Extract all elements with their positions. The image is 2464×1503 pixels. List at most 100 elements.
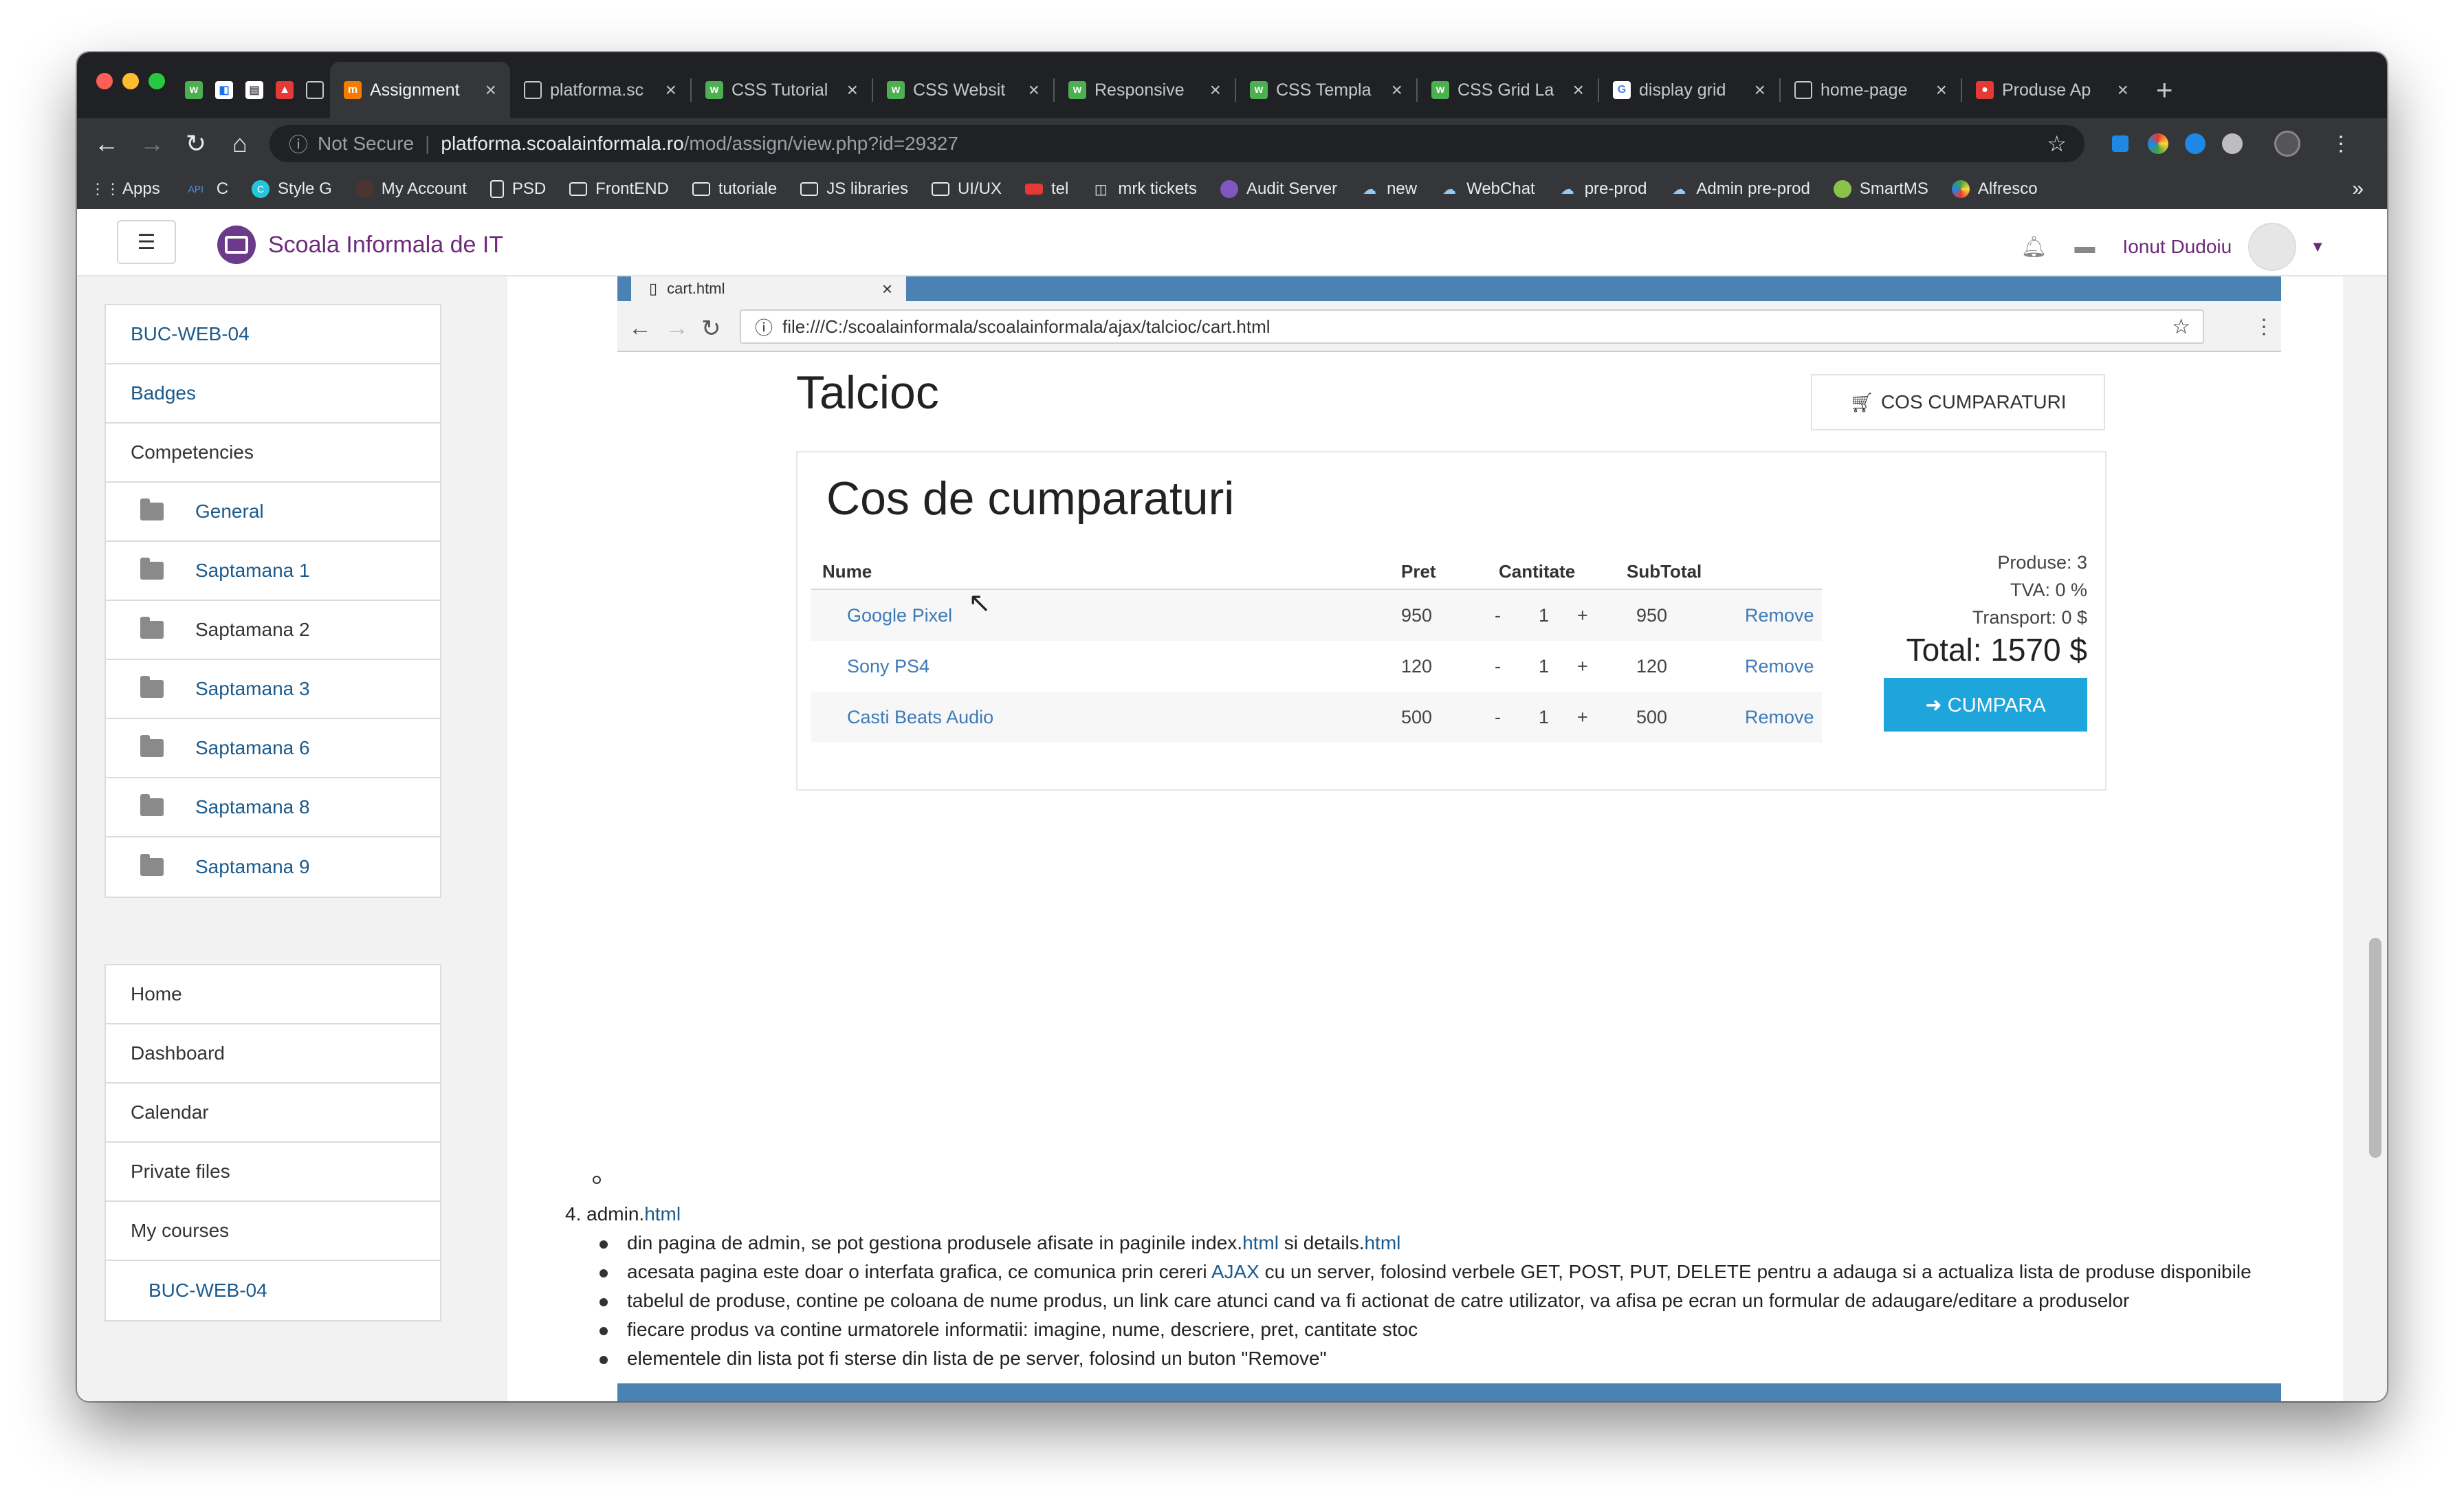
sidebar-item-label: BUC-WEB-04 — [148, 1280, 267, 1301]
bookmark-smartms[interactable]: SmartMS — [1833, 179, 1928, 199]
extension-gray-icon[interactable] — [2222, 133, 2243, 154]
tab-responsive[interactable]: w Responsive × — [1055, 62, 1235, 118]
close-tab-icon[interactable]: × — [1573, 79, 1584, 101]
sidebar-item-my-course[interactable]: BUC-WEB-04 — [106, 1261, 440, 1320]
profile-avatar[interactable] — [2274, 131, 2300, 157]
html-link[interactable]: html — [1242, 1232, 1279, 1253]
sidebar-item-saptamana-3[interactable]: Saptamana 3 — [106, 660, 440, 719]
sidebar-item-label: Saptamana 3 — [195, 678, 310, 699]
close-tab-icon[interactable]: × — [1754, 79, 1766, 101]
user-menu[interactable]: 🔔︎ ▬ Ionut Dudoiu ▼ — [2021, 223, 2325, 271]
close-window-button[interactable] — [96, 73, 113, 89]
tab-css-tutorial[interactable]: w CSS Tutorial × — [692, 62, 872, 118]
extension-icon[interactable] — [2112, 135, 2128, 152]
star-icon: ☆ — [2172, 315, 2190, 338]
sidebar-item-private-files[interactable]: Private files — [106, 1143, 440, 1202]
sidebar-item-saptamana-6[interactable]: Saptamana 6 — [106, 719, 440, 778]
bookmarks-overflow-button[interactable]: » — [2352, 177, 2364, 201]
reload-icon[interactable]: ↻ — [180, 128, 212, 160]
home-icon[interactable]: ⌂ — [224, 128, 256, 160]
pinned-tab-car[interactable]: ▲ — [270, 62, 300, 118]
item-title: admin. — [586, 1203, 645, 1225]
close-tab-icon[interactable]: × — [1028, 79, 1040, 101]
cart-button-label: COS CUMPARATURI — [1880, 391, 2067, 413]
pinned-tab-doc[interactable]: ▤ — [239, 62, 270, 118]
pinned-tab-w3schools[interactable]: w — [179, 62, 209, 118]
notifications-bell-icon[interactable]: 🔔︎ — [2021, 235, 2047, 259]
bookmark-my-account[interactable]: My Account — [355, 179, 467, 199]
sidebar-item-course[interactable]: BUC-WEB-04 — [106, 305, 440, 364]
sidebar-item-dashboard[interactable]: Dashboard — [106, 1024, 440, 1084]
tab-platforma[interactable]: platforma.sc × — [510, 62, 690, 118]
vat-value: TVA: 0 % — [2010, 580, 2087, 600]
back-arrow-icon[interactable]: ← — [91, 128, 122, 160]
bookmark-pre-prod[interactable]: ☁ pre-prod — [1559, 179, 1647, 199]
html-link[interactable]: html — [644, 1203, 681, 1225]
close-tab-icon[interactable]: × — [2118, 79, 2128, 101]
maximize-window-button[interactable] — [148, 73, 165, 89]
sidebar-item-calendar[interactable]: Calendar — [106, 1084, 440, 1143]
tab-assignment[interactable]: m Assignment × — [330, 62, 510, 118]
tab-display-grid[interactable]: G display grid × — [1599, 62, 1779, 118]
product-quantity: 1 — [1539, 605, 1550, 626]
bookmark-mrk-tickets[interactable]: ◫ mrk tickets — [1092, 179, 1197, 199]
bookmark-c[interactable]: API C — [184, 179, 228, 199]
html-link[interactable]: html — [1364, 1232, 1400, 1253]
bookmark-tutoriale[interactable]: tutoriale — [692, 179, 777, 199]
messages-icon[interactable]: ▬ — [2074, 235, 2095, 259]
decrease-button: - — [1495, 707, 1501, 727]
tab-produse[interactable]: ● Produse Ap × — [1962, 62, 2142, 118]
bookmark-psd[interactable]: PSD — [490, 179, 546, 199]
close-tab-icon[interactable]: × — [1392, 79, 1402, 101]
sidebar-item-my-courses[interactable]: My courses — [106, 1202, 440, 1261]
sidebar-item-badges[interactable]: Badges — [106, 364, 440, 424]
google-icon: G — [1613, 81, 1631, 99]
sidebar-item-competencies[interactable]: Competencies — [106, 424, 440, 483]
close-tab-icon[interactable]: × — [847, 79, 858, 101]
color-picker-extension-icon[interactable] — [2148, 133, 2168, 154]
sidebar-item-saptamana-2[interactable]: Saptamana 2 — [106, 601, 440, 660]
bookmark-new[interactable]: ☁ new — [1361, 179, 1417, 199]
tab-css-grid[interactable]: w CSS Grid La × — [1418, 62, 1598, 118]
tab-home-page[interactable]: home-page × — [1781, 62, 1961, 118]
sidebar-item-home[interactable]: Home — [106, 965, 440, 1024]
bookmarks-bar: ⋮⋮ Apps API C C Style G My Account PSD Fron… — [77, 169, 2387, 209]
sidebar-item-saptamana-1[interactable]: Saptamana 1 — [106, 542, 440, 601]
tab-css-templates[interactable]: w CSS Templa × — [1236, 62, 1416, 118]
close-tab-icon[interactable]: × — [1936, 79, 1947, 101]
bookmark-star-icon[interactable]: ☆ — [2047, 131, 2067, 157]
info-icon[interactable]: ⓘ — [289, 130, 308, 157]
close-tab-icon[interactable]: × — [1210, 79, 1221, 101]
scrollbar[interactable] — [2369, 938, 2382, 1158]
ajax-link[interactable]: AJAX — [1211, 1261, 1260, 1282]
tab-css-website[interactable]: w CSS Websit × — [873, 62, 1053, 118]
chevron-down-icon[interactable]: ▼ — [2310, 238, 2325, 256]
pinned-tab-app[interactable]: ◧ — [209, 62, 239, 118]
address-bar[interactable]: ⓘ Not Secure | platforma.scoalainformala… — [270, 125, 2084, 162]
sidebar-item-saptamana-9[interactable]: Saptamana 9 — [106, 837, 440, 897]
bookmark-alfresco[interactable]: Alfresco — [1951, 179, 2038, 199]
tab-title: Produse Ap — [2002, 80, 2091, 100]
close-tab-icon[interactable]: × — [485, 79, 496, 101]
close-tab-icon[interactable]: × — [666, 79, 676, 101]
pinned-tab-page[interactable] — [300, 62, 330, 118]
hamburger-menu-icon[interactable]: ☰ — [117, 220, 176, 264]
new-tab-button[interactable]: + — [2156, 74, 2173, 107]
sync-extension-icon[interactable] — [2185, 133, 2206, 154]
bookmark-apps[interactable]: ⋮⋮ Apps — [90, 179, 160, 199]
bookmark-audit-server[interactable]: Audit Server — [1220, 179, 1337, 199]
minimize-window-button[interactable] — [122, 73, 139, 89]
bookmark-webchat[interactable]: ☁ WebChat — [1440, 179, 1535, 199]
sidebar-item-saptamana-8[interactable]: Saptamana 8 — [106, 778, 440, 837]
bookmark-js-libraries[interactable]: JS libraries — [800, 179, 908, 199]
bookmark-tel[interactable]: tel — [1024, 179, 1068, 199]
forward-arrow-icon[interactable]: → — [136, 128, 168, 160]
menu-dots-icon[interactable]: ⋮ — [2325, 128, 2357, 160]
site-brand[interactable]: Scoala Informala de IT — [217, 226, 503, 264]
bookmark-frontend[interactable]: FrontEND — [569, 179, 669, 199]
bookmark-admin-pre-prod[interactable]: ☁ Admin pre-prod — [1670, 179, 1810, 199]
bookmark-uiux[interactable]: UI/UX — [931, 179, 1002, 199]
bookmark-style-g[interactable]: C Style G — [252, 179, 332, 199]
sidebar-item-general[interactable]: General — [106, 483, 440, 542]
table-row: Google Pixel 950 - 1 + 950 Remove — [811, 590, 1822, 641]
